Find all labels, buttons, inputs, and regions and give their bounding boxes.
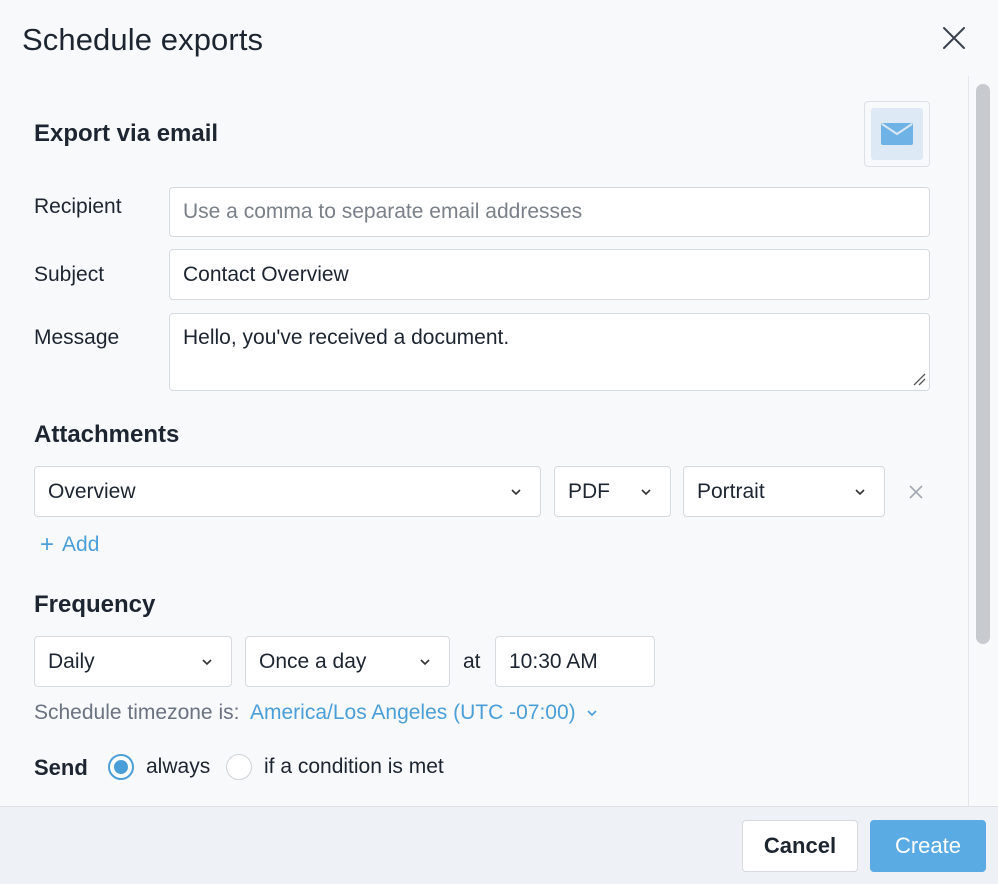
chevron-down-icon xyxy=(587,710,597,717)
frequency-times-value: Once a day xyxy=(259,649,367,673)
divider xyxy=(968,76,969,806)
scrollbar-thumb[interactable] xyxy=(976,84,990,644)
send-always-label[interactable]: always xyxy=(146,755,210,779)
send-conditional-radio[interactable] xyxy=(226,754,252,780)
frequency-period-select[interactable]: Daily xyxy=(34,636,232,687)
send-label: Send xyxy=(34,755,88,780)
dialog-footer: Cancel Create xyxy=(0,806,998,884)
add-attachment-label: Add xyxy=(62,533,100,556)
send-conditional-label[interactable]: if a condition is met xyxy=(264,755,444,779)
chevron-down-icon xyxy=(202,659,212,666)
chevron-down-icon xyxy=(420,659,430,666)
envelope-icon xyxy=(871,108,923,160)
remove-attachment-icon[interactable] xyxy=(906,482,926,502)
subject-label: Subject xyxy=(34,263,105,286)
create-button[interactable]: Create xyxy=(870,820,986,872)
timezone-selector[interactable]: America/Los Angeles (UTC -07:00) xyxy=(250,701,598,725)
cancel-button[interactable]: Cancel xyxy=(742,820,858,872)
resize-handle-icon[interactable] xyxy=(912,372,926,386)
timezone-label: Schedule timezone is: xyxy=(34,701,240,724)
recipient-label: Recipient xyxy=(34,195,122,218)
time-input[interactable] xyxy=(495,636,655,687)
attachment-dashboard-select[interactable]: Overview xyxy=(34,466,541,517)
export-via-email-heading: Export via email xyxy=(34,120,219,147)
frequency-heading: Frequency xyxy=(34,591,156,618)
send-always-radio[interactable] xyxy=(108,754,134,780)
message-label: Message xyxy=(34,326,120,349)
add-attachment-button[interactable]: + Add xyxy=(40,533,99,557)
chevron-down-icon xyxy=(511,489,521,496)
at-label: at xyxy=(463,650,481,673)
plus-icon: + xyxy=(40,531,55,558)
attachment-format-select[interactable]: PDF xyxy=(554,466,671,517)
frequency-period-value: Daily xyxy=(48,649,95,673)
chevron-down-icon xyxy=(855,489,865,496)
email-channel-toggle[interactable] xyxy=(864,101,930,167)
recipient-input[interactable] xyxy=(169,187,930,237)
timezone-value: America/Los Angeles (UTC -07:00) xyxy=(250,701,576,724)
close-icon[interactable] xyxy=(938,22,970,54)
attachment-format-value: PDF xyxy=(568,479,610,503)
attachment-dashboard-value: Overview xyxy=(48,479,136,503)
chevron-down-icon xyxy=(641,489,651,496)
attachments-heading: Attachments xyxy=(34,421,180,448)
message-textarea[interactable]: Hello, you've received a document. xyxy=(169,313,930,391)
subject-input[interactable] xyxy=(169,249,930,300)
frequency-times-select[interactable]: Once a day xyxy=(245,636,450,687)
dialog-title: Schedule exports xyxy=(22,22,264,57)
attachment-orientation-select[interactable]: Portrait xyxy=(683,466,885,517)
attachment-orientation-value: Portrait xyxy=(697,479,765,503)
